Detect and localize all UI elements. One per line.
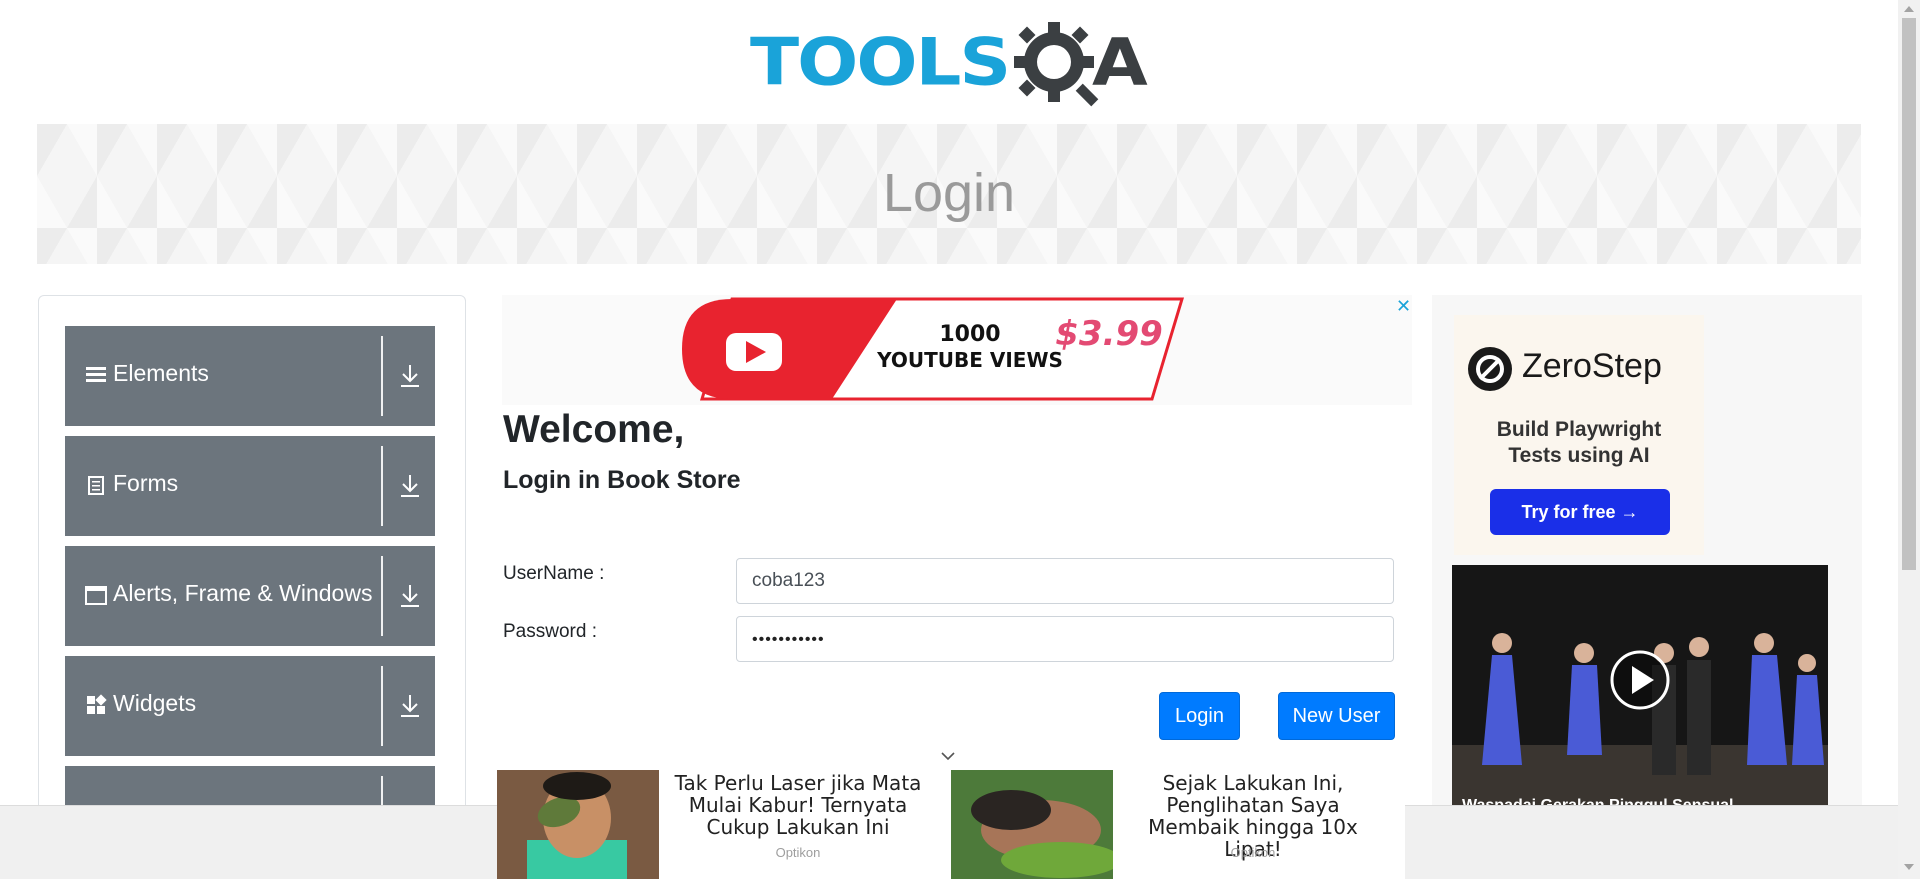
youtube-views-ad: 1000 YOUTUBE VIEWS $3.99 <box>682 297 1185 401</box>
scroll-thumb[interactable] <box>1902 18 1916 570</box>
zerostep-tagline: Build Playwright Tests using AI <box>1454 417 1704 469</box>
download-icon[interactable] <box>398 362 422 390</box>
page: TOOLS A Login Elements Forms Alerts, Fra… <box>0 0 1898 879</box>
login-button[interactable]: Login <box>1159 692 1240 740</box>
window-icon <box>85 586 107 605</box>
tagline-line2: Tests using AI <box>1508 444 1650 467</box>
page-banner: Login <box>37 124 1861 264</box>
nav-group-label: Elements <box>113 360 209 386</box>
ad-line1: 1000 <box>939 322 1000 347</box>
ad-price: $3.99 <box>1055 314 1163 354</box>
tagline-line1: Build Playwright <box>1496 418 1662 441</box>
login-subtitle: Login in Book Store <box>503 466 741 494</box>
divider <box>381 336 383 416</box>
password-label: Password : <box>503 621 597 642</box>
left-nav-panel: Elements Forms Alerts, Frame & Windows W… <box>38 295 466 879</box>
password-input[interactable]: ••••••••••• <box>736 616 1394 662</box>
nav-group-widgets[interactable]: Widgets <box>65 656 435 756</box>
video-ad[interactable]: Waspadai Gerakan Pinggul Sensual <box>1452 565 1828 815</box>
download-icon[interactable] <box>398 692 422 720</box>
try-for-free-button[interactable]: Try for free → <box>1490 489 1670 535</box>
ad-thumbnail-2[interactable] <box>951 770 1113 879</box>
dancers-image <box>1452 565 1828 815</box>
page-title: Login <box>882 163 1016 223</box>
nav-group-elements[interactable]: Elements <box>65 326 435 426</box>
ad-title-1[interactable]: Tak Perlu Laser jika Mata Mulai Kabur! T… <box>663 772 933 838</box>
ad-thumbnail-1[interactable] <box>497 770 659 879</box>
scroll-up-icon[interactable] <box>1904 6 1914 12</box>
toolsqa-logo[interactable]: TOOLS A <box>750 18 1150 114</box>
widgets-icon <box>87 694 107 714</box>
logo-word: TOOLS <box>750 24 1011 100</box>
zerostep-brand: ZeroStep <box>1522 347 1662 385</box>
username-label: UserName : <box>503 563 605 584</box>
top-ad-banner[interactable]: 1000 YOUTUBE VIEWS $3.99 <box>502 295 1412 405</box>
divider <box>381 556 383 636</box>
divider <box>381 666 383 746</box>
document-icon <box>88 476 104 495</box>
gear-magnifier-icon <box>1014 22 1099 107</box>
divider <box>381 446 383 526</box>
download-icon[interactable] <box>398 582 422 610</box>
hamburger-icon <box>86 367 106 382</box>
nav-group-alerts[interactable]: Alerts, Frame & Windows <box>65 546 435 646</box>
ad-close-icon[interactable]: ✕ <box>1396 296 1411 317</box>
nav-group-label: Alerts, Frame & Windows <box>113 580 373 606</box>
ad-source-1: Optikon <box>775 845 821 860</box>
username-input[interactable] <box>736 558 1394 604</box>
welcome-heading: Welcome, <box>503 408 685 451</box>
nav-group-label: Forms <box>113 470 179 496</box>
chevron-down-icon[interactable] <box>940 748 956 764</box>
sleeping-man-image <box>951 770 1113 879</box>
zerostep-logo-icon <box>1468 347 1512 391</box>
nav-group-label: Widgets <box>113 690 197 716</box>
scroll-down-icon[interactable] <box>1904 864 1914 870</box>
nav-group-forms[interactable]: Forms <box>65 436 435 536</box>
right-ad[interactable]: ZeroStep Build Playwright Tests using AI… <box>1432 295 1862 879</box>
new-user-button[interactable]: New User <box>1278 692 1395 740</box>
ad-source-2: Optikon <box>1230 845 1276 860</box>
download-icon[interactable] <box>398 472 422 500</box>
logo-suffix: A <box>1092 24 1148 100</box>
ad-line2: YOUTUBE VIEWS <box>876 348 1063 372</box>
zerostep-ad-card[interactable]: ZeroStep Build Playwright Tests using AI… <box>1454 315 1704 555</box>
page-scrollbar[interactable] <box>1898 0 1920 879</box>
man-leaf-image <box>497 770 659 879</box>
